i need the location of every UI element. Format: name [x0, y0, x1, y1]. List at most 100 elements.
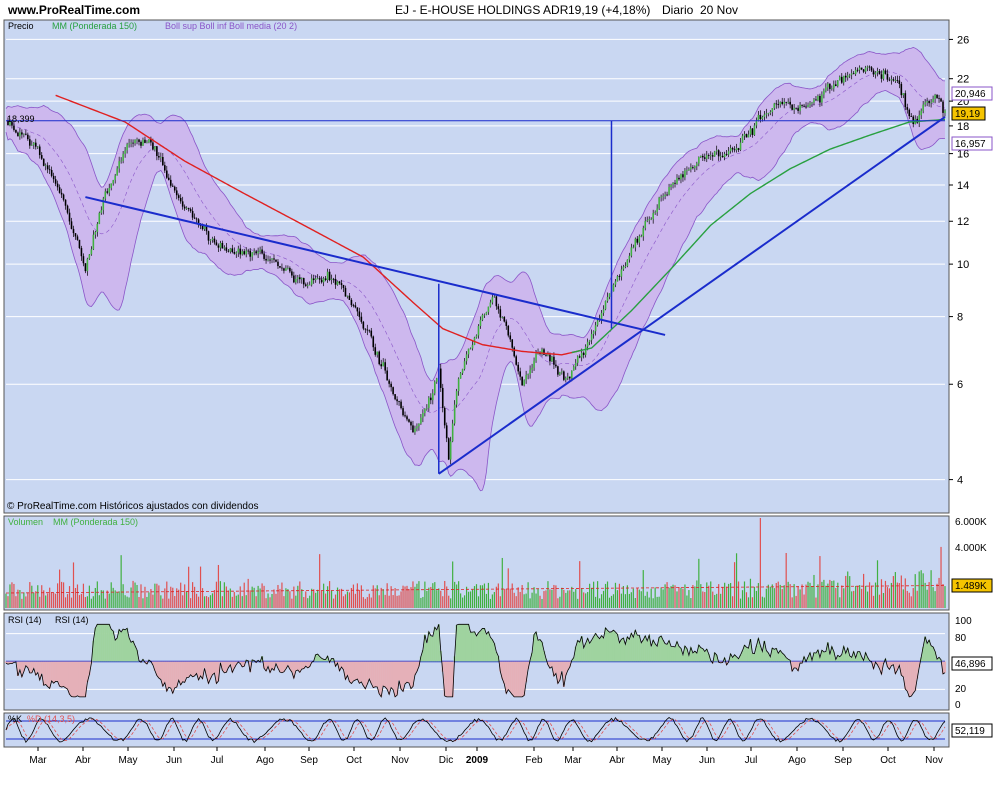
volume-bar — [392, 595, 394, 608]
candle-body — [23, 133, 25, 135]
volume-bar — [849, 576, 851, 608]
candle-body — [449, 441, 452, 460]
site-url[interactable]: www.ProRealTime.com — [7, 3, 140, 17]
volume-bar — [313, 589, 315, 608]
volume-bar — [400, 591, 402, 608]
volume-bar — [154, 583, 156, 608]
volume-bar — [529, 598, 531, 608]
candle-body — [160, 157, 162, 158]
volume-bar — [229, 588, 231, 608]
volume-bar — [207, 597, 210, 608]
volume-bar — [418, 581, 420, 608]
volume-bar — [386, 583, 388, 608]
candle-body — [164, 165, 166, 171]
candle-body — [848, 74, 851, 76]
candle-body — [769, 112, 772, 113]
candle-body — [64, 199, 67, 206]
volume-bar — [209, 595, 212, 608]
volume-bar — [19, 590, 21, 608]
volume-bar — [910, 596, 912, 608]
volume-bar — [517, 587, 519, 608]
volume-bar — [793, 584, 795, 608]
volume-bar — [106, 590, 108, 608]
price-panel: Precio MM (Ponderada 150) Boll sup Boll … — [3, 19, 993, 514]
candle-body — [702, 155, 704, 158]
candle-body — [140, 141, 142, 146]
candle-body — [799, 105, 801, 111]
volume-bar — [323, 583, 325, 608]
volume-bar — [596, 581, 599, 608]
volume-bar — [370, 597, 372, 608]
volume-bar — [328, 581, 331, 608]
candle-body — [451, 423, 454, 442]
volume-bar — [90, 598, 92, 608]
volume-bar — [708, 585, 710, 608]
candle-body — [154, 146, 156, 150]
volume-bar — [920, 570, 922, 608]
volume-bar — [130, 587, 132, 608]
x-axis-label: Ago — [788, 755, 806, 766]
volume-bar — [60, 581, 63, 608]
volume-bar — [646, 591, 648, 608]
volume-bar — [309, 595, 311, 608]
x-axis-label: Feb — [525, 755, 543, 766]
volume-bar — [799, 589, 801, 608]
volume-tick-4000: 4.000K — [955, 543, 987, 554]
volume-bar — [753, 586, 756, 608]
candle-body — [17, 132, 19, 137]
candle-body — [46, 165, 49, 170]
volume-bar — [221, 596, 223, 608]
candle-body — [721, 155, 724, 158]
candle-body — [656, 208, 658, 213]
volume-bar — [124, 595, 126, 608]
volume-bar — [338, 589, 341, 608]
volume-bar — [932, 587, 934, 608]
volume-bar — [452, 561, 454, 608]
candle-body — [908, 109, 911, 117]
candle-body — [177, 195, 180, 198]
candle-body — [886, 73, 889, 80]
candle-body — [902, 93, 905, 96]
candle-body — [142, 139, 144, 146]
candle-body — [785, 101, 787, 103]
volume-bar — [188, 566, 190, 608]
volume-bar — [47, 593, 49, 608]
candle-body — [821, 94, 823, 103]
volume-bar — [11, 582, 13, 608]
volume-bar — [827, 583, 829, 608]
volume-bar — [914, 574, 916, 608]
candle-body — [815, 99, 817, 101]
candle-body — [557, 366, 559, 375]
volume-bar — [481, 585, 484, 608]
volume-bar — [120, 555, 122, 608]
candle-body — [874, 72, 877, 75]
volume-bar — [632, 588, 634, 608]
volume-bar — [442, 596, 444, 608]
volume-bar — [213, 589, 216, 608]
volume-bar — [269, 597, 271, 608]
legend-stoch-d: %D (14,3,5) — [27, 714, 75, 724]
candle-body — [805, 106, 807, 108]
candle-body — [130, 142, 132, 144]
volume-bar — [863, 573, 865, 608]
candle-body — [156, 146, 158, 157]
volume-bar — [471, 589, 474, 608]
volume-bar — [656, 596, 658, 608]
x-axis-label: Dic — [439, 755, 453, 766]
candle-body — [723, 154, 726, 158]
volume-bar — [378, 595, 380, 608]
candle-body — [696, 163, 698, 167]
candle-body — [676, 177, 678, 184]
volume-bar — [593, 581, 595, 608]
candle-body — [386, 370, 388, 381]
candle-body — [586, 341, 589, 347]
volume-bar — [642, 570, 644, 608]
volume-bar — [182, 595, 184, 608]
candle-body — [52, 175, 55, 180]
rsi-tick-20: 20 — [955, 684, 967, 695]
volume-bar — [114, 590, 116, 608]
volume-bar — [745, 592, 748, 608]
volume-bar — [122, 584, 124, 608]
volume-bar — [839, 597, 841, 608]
candle-body — [928, 101, 930, 104]
